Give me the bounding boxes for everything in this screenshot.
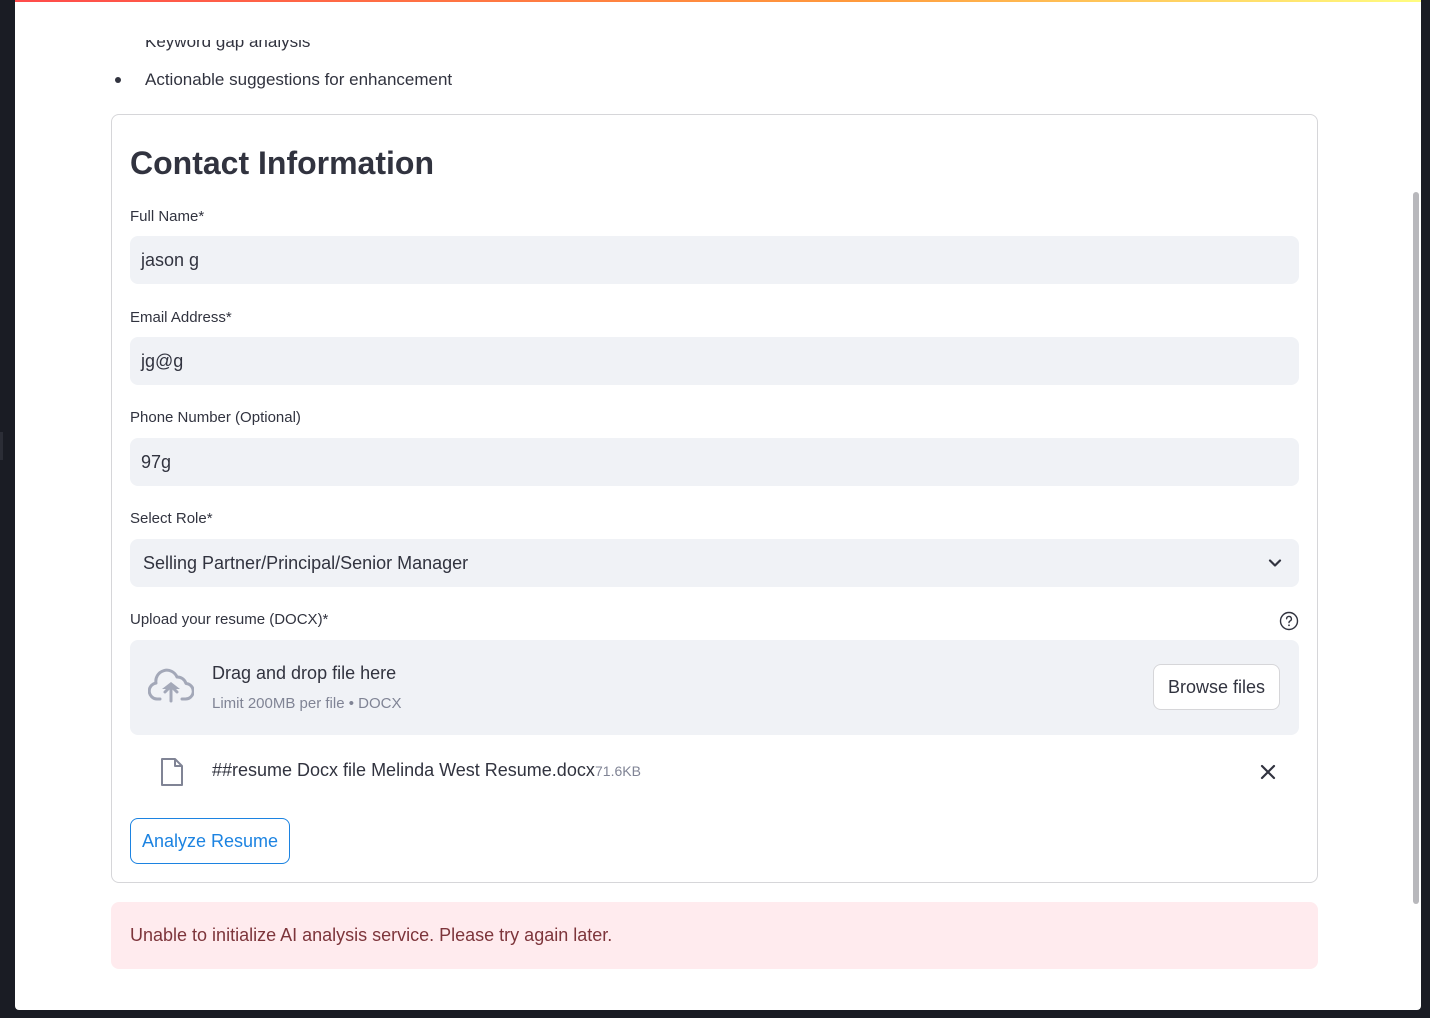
help-icon[interactable] [1279, 611, 1299, 631]
analyze-resume-button[interactable]: Analyze Resume [130, 818, 290, 864]
email-input[interactable]: jg@g [130, 337, 1299, 385]
upload-label: Upload your resume (DOCX)* [130, 611, 329, 628]
role-select-value: Selling Partner/Principal/Senior Manager [143, 552, 469, 573]
browse-files-button[interactable]: Browse files [1153, 664, 1280, 710]
file-icon [161, 758, 183, 786]
window-edge-marker [0, 432, 3, 460]
phone-input[interactable]: 97g [130, 438, 1299, 486]
role-label: Select Role* [130, 510, 213, 527]
top-decoration-bar [15, 0, 1421, 2]
bullet-icon [115, 77, 121, 83]
scrollbar[interactable] [1411, 0, 1421, 1010]
close-icon[interactable] [1259, 763, 1277, 781]
full-name-input[interactable]: jason g [130, 236, 1299, 284]
list-item: Actionable suggestions for enhancement [115, 67, 452, 93]
chevron-down-icon [1268, 559, 1282, 567]
cut-off-text: Keyword gap analysis [145, 40, 311, 51]
file-name: ##resume Docx file Melinda West Resume.d… [212, 760, 595, 780]
error-alert: Unable to initialize AI analysis service… [111, 902, 1318, 969]
uploaded-file-row: ##resume Docx file Melinda West Resume.d… [130, 755, 1299, 789]
file-size: 71.6KB [595, 763, 641, 779]
app-window: Keyword gap analysis Actionable suggesti… [15, 0, 1421, 1010]
feature-list: Actionable suggestions for enhancement [115, 67, 452, 93]
contact-form: Contact Information Full Name* jason g E… [111, 114, 1318, 883]
error-message: Unable to initialize AI analysis service… [130, 925, 613, 945]
form-title: Contact Information [130, 145, 434, 181]
scrollbar-thumb[interactable] [1413, 192, 1419, 904]
role-select[interactable]: Selling Partner/Principal/Senior Manager [130, 539, 1299, 587]
dropzone-subtitle: Limit 200MB per file • DOCX [212, 695, 402, 712]
file-dropzone[interactable]: Drag and drop file here Limit 200MB per … [130, 640, 1299, 735]
list-item-text: Actionable suggestions for enhancement [145, 70, 453, 89]
phone-label: Phone Number (Optional) [130, 409, 301, 426]
full-name-label: Full Name* [130, 208, 205, 225]
dropzone-title: Drag and drop file here [212, 663, 397, 683]
email-label: Email Address* [130, 309, 232, 326]
cloud-upload-icon [148, 668, 194, 703]
